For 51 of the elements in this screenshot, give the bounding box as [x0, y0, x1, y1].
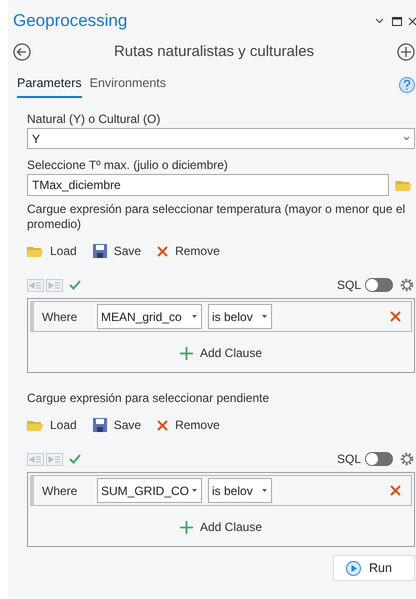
- checkmark-icon: [69, 280, 81, 290]
- parameter-label: Cargue expresión para seleccionar temperatura (mayor o menor que el promedio): [27, 202, 406, 232]
- add-clause-button[interactable]: Add Clause: [180, 344, 262, 362]
- parameter-label: Cargue expresión para seleccionar pendiente: [27, 391, 270, 406]
- settings-icon[interactable]: [399, 277, 415, 293]
- tab[interactable]: Environments: [90, 74, 166, 98]
- parameter-label: Natural (Y) o Cultural (O): [27, 112, 162, 127]
- sql-label: SQL: [336, 277, 361, 294]
- help-icon[interactable]: [399, 77, 415, 93]
- caret-icon: [191, 488, 198, 493]
- load-button[interactable]: Load: [27, 242, 77, 260]
- run-button[interactable]: Run: [333, 555, 415, 581]
- save-button[interactable]: Save: [92, 242, 142, 260]
- chevron-down-icon[interactable]: [375, 18, 384, 24]
- where-label: Where: [42, 482, 78, 500]
- caret-icon: [191, 314, 198, 319]
- sql-toggle[interactable]: [365, 452, 393, 466]
- caret-icon: [261, 314, 268, 319]
- close-icon[interactable]: [408, 16, 416, 26]
- caret-icon: [403, 136, 410, 141]
- sql-label: SQL: [336, 451, 361, 468]
- where-label: Where: [42, 308, 78, 326]
- caret-icon: [261, 488, 268, 493]
- input-field[interactable]: TMax_diciembre: [27, 174, 389, 196]
- pane-title: Geoprocessing: [13, 10, 128, 32]
- close-icon: [157, 246, 168, 256]
- add-icon[interactable]: [397, 43, 415, 61]
- tab[interactable]: Parameters: [17, 74, 82, 98]
- remove-button[interactable]: Remove: [157, 416, 220, 434]
- remove-button[interactable]: Remove: [157, 242, 220, 260]
- parameter-label: Seleccione Tº max. (julio o diciembre): [27, 158, 229, 173]
- sql-toggle[interactable]: [365, 278, 393, 292]
- settings-icon[interactable]: [399, 451, 415, 467]
- plus-icon: [180, 520, 193, 534]
- tool-title: Rutas naturalistas y culturales: [112, 42, 316, 62]
- add-clause-button[interactable]: Add Clause: [180, 518, 262, 536]
- field-dropdown[interactable]: SUM_GRID_CO: [97, 478, 202, 503]
- close-icon: [157, 420, 168, 430]
- folder-icon: [27, 418, 43, 432]
- play-icon: [346, 560, 361, 576]
- save-button[interactable]: Save: [92, 416, 142, 434]
- checkmark-icon: [69, 454, 81, 464]
- value-dropdown[interactable]: Y: [27, 128, 415, 149]
- operator-dropdown[interactable]: is belov: [208, 478, 272, 503]
- folder-icon: [27, 244, 43, 258]
- maximize-icon[interactable]: [392, 16, 402, 26]
- back-icon[interactable]: [13, 43, 31, 61]
- plus-icon: [180, 346, 193, 360]
- load-button[interactable]: Load: [27, 416, 77, 434]
- operator-dropdown[interactable]: is belov: [208, 304, 272, 329]
- field-dropdown[interactable]: MEAN_grid_co: [97, 304, 202, 329]
